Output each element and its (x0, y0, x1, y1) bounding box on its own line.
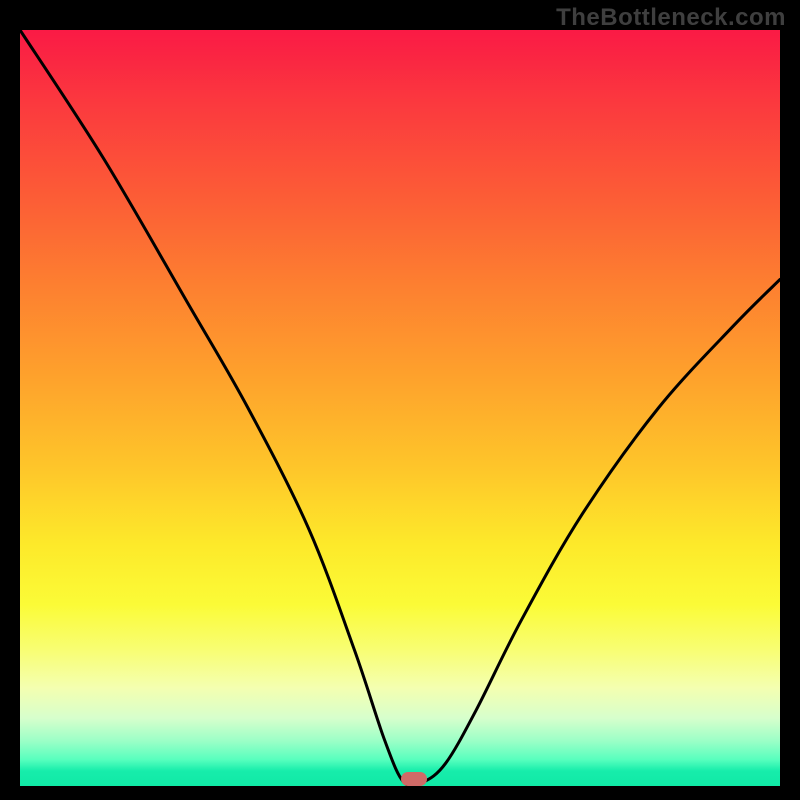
optimum-marker (401, 772, 427, 786)
chart-frame: TheBottleneck.com (0, 0, 800, 800)
plot-area (20, 30, 780, 786)
watermark-text: TheBottleneck.com (556, 4, 786, 32)
bottleneck-curve (20, 30, 780, 786)
curve-svg (20, 30, 780, 786)
